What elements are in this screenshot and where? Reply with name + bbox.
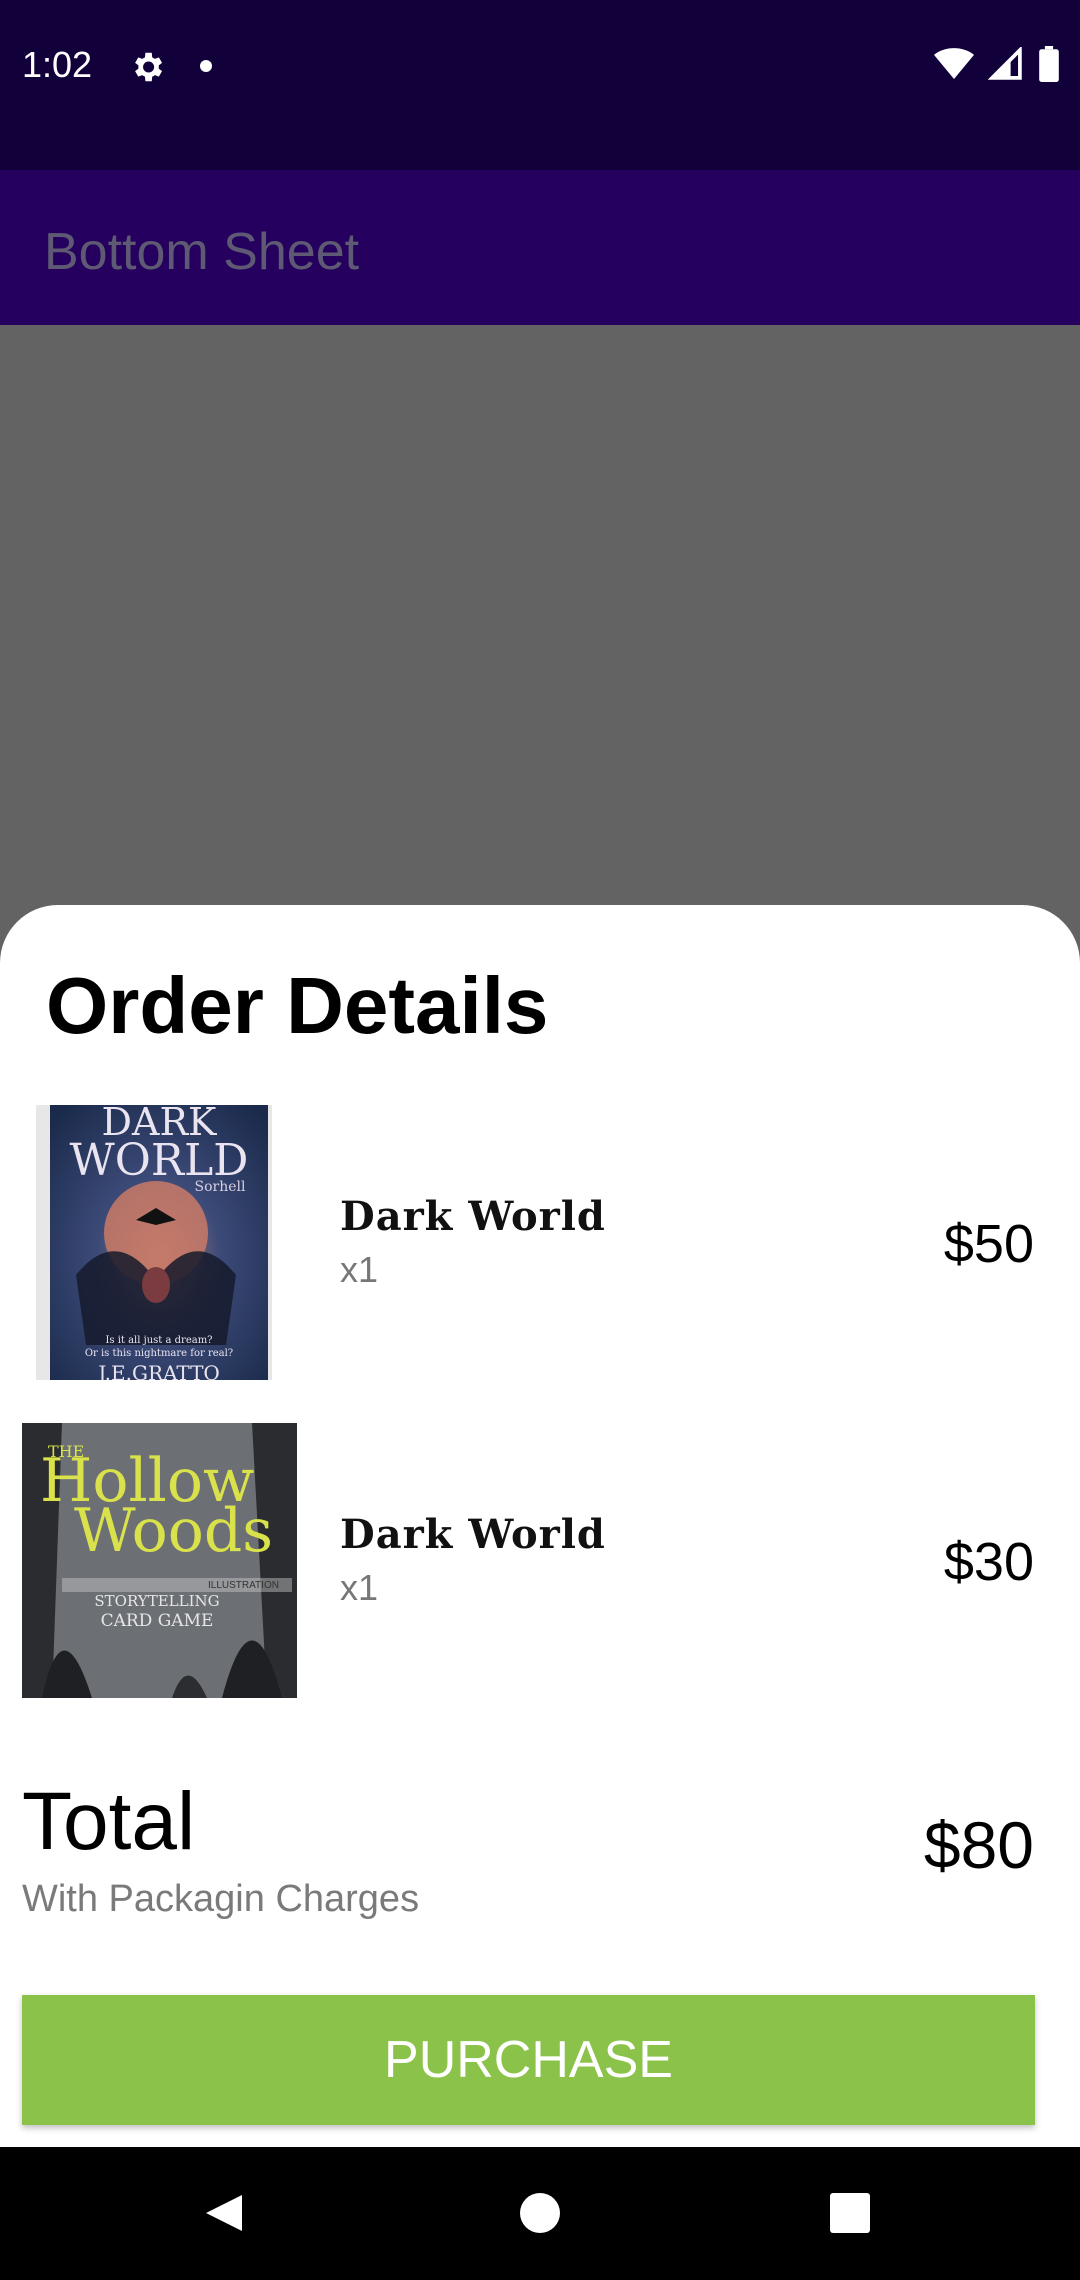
svg-text:Is it all just a dream?: Is it all just a dream?	[105, 1335, 212, 1346]
svg-text:Woods: Woods	[74, 1496, 273, 1566]
item-price: $30	[943, 1532, 1034, 1592]
svg-text:Sorhell: Sorhell	[195, 1179, 246, 1195]
bottom-sheet: Order Details DARK WORLD Sorhell Is it a…	[0, 905, 1080, 2147]
status-icons	[934, 45, 1060, 87]
battery-icon	[1038, 46, 1060, 87]
total-value: $80	[923, 1808, 1034, 1882]
back-icon[interactable]	[196, 2183, 256, 2243]
home-icon[interactable]	[510, 2183, 570, 2243]
svg-text:STORYTELLING: STORYTELLING	[94, 1592, 219, 1610]
sheet-title: Order Details	[46, 961, 549, 1050]
status-bar: 1:02	[0, 0, 1080, 170]
total-label: Total	[22, 1776, 196, 1867]
item-name: Dark World	[340, 1511, 606, 1558]
item-name: Dark World	[340, 1193, 606, 1240]
hollow-woods-book-cover: THE Hollow Woods ILLUSTRATION STORYTELLI…	[22, 1423, 297, 1698]
gear-icon	[128, 48, 166, 86]
wifi-icon	[934, 47, 974, 86]
order-item: DARK WORLD Sorhell Is it all just a drea…	[0, 1105, 1080, 1380]
order-item: THE Hollow Woods ILLUSTRATION STORYTELLI…	[0, 1423, 1080, 1698]
svg-text:J.E.GRATTO: J.E.GRATTO	[96, 1361, 220, 1380]
svg-text:ILLUSTRATION: ILLUSTRATION	[208, 1580, 279, 1591]
purchase-button[interactable]: PURCHASE	[22, 1995, 1035, 2125]
app-bar-title: Bottom Sheet	[44, 223, 360, 281]
item-quantity: x1	[340, 1567, 379, 1608]
modal-scrim[interactable]	[0, 325, 1080, 905]
dark-world-book-cover: DARK WORLD Sorhell Is it all just a drea…	[36, 1105, 272, 1380]
item-price: $50	[943, 1214, 1034, 1274]
status-time: 1:02	[22, 44, 93, 85]
recents-icon[interactable]	[820, 2183, 880, 2243]
total-subtitle: With Packagin Charges	[22, 1878, 420, 1920]
svg-text:CARD GAME: CARD GAME	[101, 1611, 214, 1631]
item-quantity: x1	[340, 1249, 379, 1290]
signal-icon	[987, 45, 1024, 86]
notification-dot-icon	[200, 60, 212, 72]
app-bar: Bottom Sheet	[0, 170, 1080, 325]
navigation-bar	[0, 2147, 1080, 2280]
svg-text:Or is this nightmare for real?: Or is this nightmare for real?	[85, 1348, 233, 1359]
